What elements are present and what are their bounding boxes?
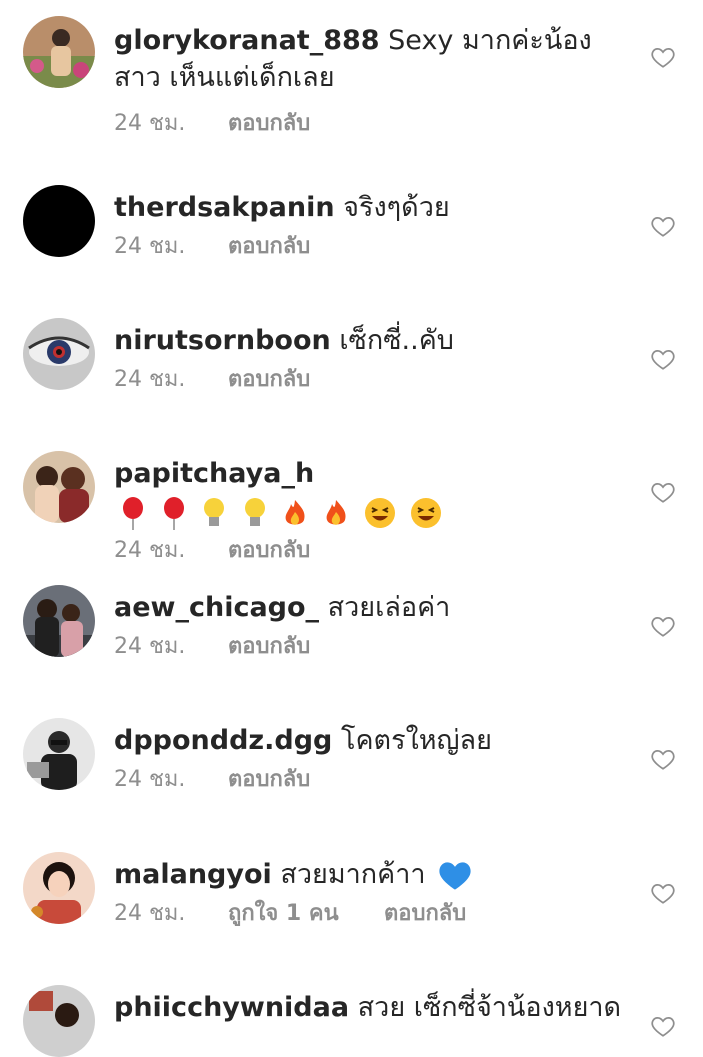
avatar[interactable] [23, 852, 95, 924]
comment-time: 24 ชม. [114, 234, 186, 259]
reply-button[interactable]: ตอบกลับ [228, 109, 310, 139]
reply-button[interactable]: ตอบกลับ [228, 765, 310, 795]
likes-count[interactable]: ถูกใจ 1 คน [228, 899, 384, 929]
comment-text: aew_chicago_ สวยเล่อค่า [114, 589, 624, 626]
comment-body: สวยมากค้าา [280, 859, 426, 890]
reply-button[interactable]: ตอบกลับ [228, 632, 310, 662]
comment-text: therdsakpanin จริงๆด้วย [114, 189, 624, 226]
avatar[interactable] [23, 318, 95, 390]
fire-emoji [282, 498, 308, 528]
comment-text: phiicchywnidaa สวย เซ็กซี่จ้าน้องหยาด [114, 989, 624, 1026]
light-bulb-emoji [242, 496, 268, 530]
heart-icon[interactable] [650, 1013, 676, 1039]
comment-text: glorykoranat_888 Sexy มากค่ะน้องสาว เห็น… [114, 22, 624, 96]
avatar[interactable] [23, 585, 95, 657]
heart-icon[interactable] [650, 213, 676, 239]
heart-icon[interactable] [650, 44, 676, 70]
avatar[interactable] [23, 718, 95, 790]
comment-username[interactable]: dpponddz.dgg [114, 725, 332, 756]
avatar[interactable] [23, 451, 95, 523]
comment-body: สวยเล่อค่า [327, 592, 451, 623]
comment-body: สวย เซ็กซี่จ้าน้องหยาด [357, 992, 622, 1023]
comment-text: malangyoi สวยมากค้าา [114, 856, 624, 893]
comment-time: 24 ชม. [114, 767, 186, 792]
comment-username[interactable]: malangyoi [114, 859, 272, 890]
heart-icon[interactable] [650, 746, 676, 772]
comment-time: 24 ชม. [114, 367, 186, 392]
comment-text: papitchaya_h [114, 455, 624, 530]
blue-heart-emoji [438, 861, 472, 891]
balloon-emoji [120, 496, 146, 530]
comment-username[interactable]: therdsakpanin [114, 192, 335, 223]
comment-username[interactable]: glorykoranat_888 [114, 25, 380, 56]
heart-icon[interactable] [650, 880, 676, 906]
grinning-squint-emoji [410, 497, 442, 529]
comment-username[interactable]: nirutsornboon [114, 325, 331, 356]
comment-username[interactable]: aew_chicago_ [114, 592, 319, 623]
fire-emoji [323, 498, 349, 528]
comment-body: โคตรใหญ่ลย [340, 725, 492, 756]
avatar[interactable] [23, 185, 95, 257]
grinning-squint-emoji [364, 497, 396, 529]
comment-body: เซ็กซี่..คับ [339, 325, 454, 356]
reply-button[interactable]: ตอบกลับ [384, 899, 466, 929]
reply-button[interactable]: ตอบกลับ [228, 232, 310, 262]
comment-time: 24 ชม. [114, 634, 186, 659]
comment-body: จริงๆด้วย [343, 192, 450, 223]
comment-time: 24 ชม. [114, 901, 186, 926]
heart-icon[interactable] [650, 346, 676, 372]
emoji-row [120, 493, 448, 530]
comment-text: nirutsornboon เซ็กซี่..คับ [114, 322, 624, 359]
heart-icon[interactable] [650, 613, 676, 639]
comment-time: 24 ชม. [114, 111, 186, 136]
reply-button[interactable]: ตอบกลับ [228, 536, 310, 566]
avatar[interactable] [23, 985, 95, 1057]
heart-icon[interactable] [650, 479, 676, 505]
reply-button[interactable]: ตอบกลับ [228, 365, 310, 395]
comment-username[interactable]: papitchaya_h [114, 458, 314, 489]
comment-text: dpponddz.dgg โคตรใหญ่ลย [114, 722, 624, 759]
avatar[interactable] [23, 16, 95, 88]
balloon-emoji [161, 496, 187, 530]
comment-username[interactable]: phiicchywnidaa [114, 992, 349, 1023]
light-bulb-emoji [201, 496, 227, 530]
comment-time: 24 ชม. [114, 538, 186, 563]
